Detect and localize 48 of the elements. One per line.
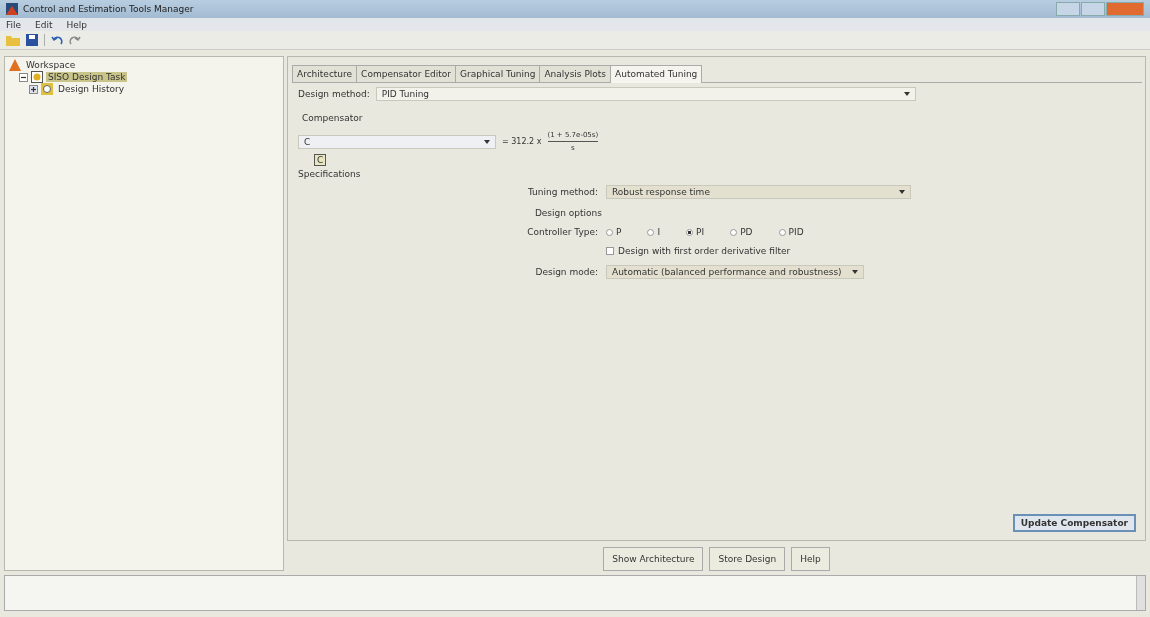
- save-icon[interactable]: [26, 34, 38, 46]
- task-icon: [31, 71, 43, 83]
- compensator-dropdown[interactable]: C: [298, 134, 496, 149]
- dialog-button[interactable]: Store Design: [709, 547, 786, 571]
- history-icon: [41, 83, 53, 95]
- dialog-button[interactable]: Help: [791, 547, 830, 571]
- scroll-bar[interactable]: [1136, 576, 1145, 610]
- gain-text: = 312.2 x: [502, 137, 542, 146]
- tree-item[interactable]: SISO Design Task: [46, 72, 128, 82]
- minimize-button[interactable]: [1056, 2, 1080, 16]
- section-label: Specifications: [298, 169, 362, 179]
- radio-option[interactable]: I: [647, 227, 661, 237]
- section-label: Compensator: [302, 113, 364, 123]
- redo-icon[interactable]: [69, 34, 81, 46]
- radio-option[interactable]: PID: [778, 227, 804, 237]
- workspace-icon: [9, 59, 21, 71]
- tab[interactable]: Analysis Plots: [539, 65, 612, 82]
- radio-option[interactable]: P: [606, 227, 622, 237]
- radio-option[interactable]: PD: [730, 227, 753, 237]
- section-label: Design options: [534, 208, 602, 218]
- field-label: Design mode:: [535, 267, 598, 277]
- tree-item[interactable]: Workspace: [24, 60, 78, 70]
- tab[interactable]: Architecture: [292, 65, 358, 82]
- menu-item[interactable]: File: [6, 19, 22, 30]
- tab[interactable]: Compensator Editor: [356, 65, 457, 82]
- tab[interactable]: Automated Tuning: [610, 65, 703, 83]
- field-label: Design method:: [298, 89, 370, 99]
- window-title: Control and Estimation Tools Manager: [23, 4, 194, 14]
- design-method-dropdown[interactable]: PID Tuning: [375, 87, 916, 101]
- undo-icon[interactable]: [51, 34, 63, 46]
- menu-item[interactable]: Edit: [35, 19, 53, 30]
- expander-icon[interactable]: [29, 84, 38, 94]
- tuning-method-dropdown[interactable]: Robust response time: [606, 185, 911, 199]
- dialog-button[interactable]: Show Architecture: [603, 547, 704, 571]
- maximize-button[interactable]: [1081, 2, 1105, 16]
- checkbox-option[interactable]: Design with first order derivative filter: [606, 246, 791, 256]
- tree-item[interactable]: Design History: [56, 84, 126, 94]
- folder-icon[interactable]: [6, 34, 20, 46]
- tab[interactable]: Graphical Tuning: [455, 65, 541, 82]
- menu-item[interactable]: Help: [66, 19, 88, 30]
- field-label: Tuning method:: [527, 187, 598, 197]
- update-compensator-button[interactable]: Update Compensator: [1012, 514, 1136, 532]
- radio-option[interactable]: PI: [686, 227, 705, 237]
- design-mode-dropdown[interactable]: Automatic (balanced performance and robustness): [606, 265, 864, 279]
- expander-icon[interactable]: [19, 72, 28, 82]
- app-icon: [6, 3, 18, 15]
- field-label: Controller Type:: [527, 227, 598, 237]
- compensator-block: C: [314, 154, 327, 166]
